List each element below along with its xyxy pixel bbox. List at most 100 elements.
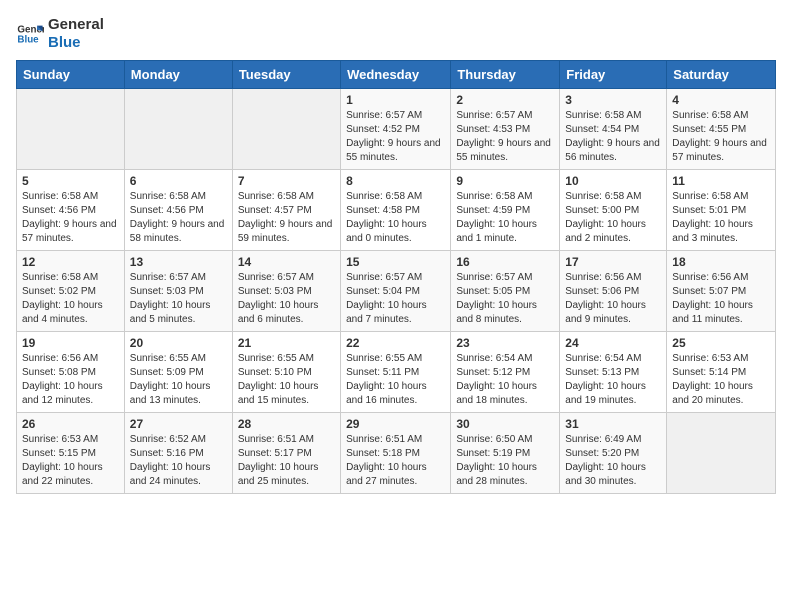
calendar-cell: 8Sunrise: 6:58 AM Sunset: 4:58 PM Daylig… (341, 170, 451, 251)
day-info: Sunrise: 6:58 AM Sunset: 5:02 PM Dayligh… (22, 271, 119, 327)
logo-blue: Blue (48, 34, 104, 52)
day-number: 14 (238, 255, 335, 269)
day-number: 1 (346, 93, 445, 107)
day-info: Sunrise: 6:57 AM Sunset: 4:53 PM Dayligh… (456, 109, 554, 165)
day-info: Sunrise: 6:53 AM Sunset: 5:15 PM Dayligh… (22, 433, 119, 489)
calendar-cell: 28Sunrise: 6:51 AM Sunset: 5:17 PM Dayli… (232, 413, 340, 494)
day-number: 3 (565, 93, 661, 107)
day-number: 7 (238, 174, 335, 188)
day-number: 26 (22, 417, 119, 431)
calendar-body: 1 Sunrise: 6:57 AM Sunset: 4:52 PM Daylig… (17, 89, 776, 494)
day-info: Sunrise: 6:51 AM Sunset: 5:17 PM Dayligh… (238, 433, 335, 489)
calendar-cell: 2 Sunrise: 6:57 AM Sunset: 4:53 PM Daylig… (451, 89, 560, 170)
day-header-sunday: Sunday (17, 61, 125, 89)
day-header-friday: Friday (560, 61, 667, 89)
calendar-cell: 12 Sunrise: 6:58 AM Sunset: 5:02 PM Dayli… (17, 251, 125, 332)
day-info: Sunrise: 6:54 AM Sunset: 5:13 PM Dayligh… (565, 352, 661, 408)
day-info: Sunrise: 6:57 AM Sunset: 5:03 PM Dayligh… (238, 271, 335, 327)
day-header-monday: Monday (124, 61, 232, 89)
svg-text:Blue: Blue (17, 34, 39, 45)
calendar-cell: 13 Sunrise: 6:57 AM Sunset: 5:03 PM Dayli… (124, 251, 232, 332)
calendar-cell: 27 Sunrise: 6:52 AM Sunset: 5:16 PM Dayli… (124, 413, 232, 494)
day-info: Sunrise: 6:58 AM Sunset: 4:58 PM Dayligh… (346, 190, 445, 246)
day-number: 16 (456, 255, 554, 269)
days-of-week-row: SundayMondayTuesdayWednesdayThursdayFrid… (17, 61, 776, 89)
day-header-tuesday: Tuesday (232, 61, 340, 89)
day-info: Sunrise: 6:56 AM Sunset: 5:06 PM Dayligh… (565, 271, 661, 327)
day-number: 23 (456, 336, 554, 350)
day-number: 30 (456, 417, 554, 431)
day-number: 10 (565, 174, 661, 188)
day-info: Sunrise: 6:57 AM Sunset: 4:52 PM Dayligh… (346, 109, 445, 165)
day-info: Sunrise: 6:56 AM Sunset: 5:08 PM Dayligh… (22, 352, 119, 408)
calendar-cell: 7 Sunrise: 6:58 AM Sunset: 4:57 PM Daylig… (232, 170, 340, 251)
day-number: 27 (130, 417, 227, 431)
day-info: Sunrise: 6:58 AM Sunset: 4:57 PM Dayligh… (238, 190, 335, 246)
calendar-cell: 29 Sunrise: 6:51 AM Sunset: 5:18 PM Dayli… (341, 413, 451, 494)
day-number: 11 (672, 174, 770, 188)
calendar-cell: 21Sunrise: 6:55 AM Sunset: 5:10 PM Dayli… (232, 332, 340, 413)
day-info: Sunrise: 6:58 AM Sunset: 4:59 PM Dayligh… (456, 190, 554, 246)
day-info: Sunrise: 6:57 AM Sunset: 5:04 PM Dayligh… (346, 271, 445, 327)
logo-general: General (48, 16, 104, 34)
calendar-cell: 10 Sunrise: 6:58 AM Sunset: 5:00 PM Dayli… (560, 170, 667, 251)
day-header-thursday: Thursday (451, 61, 560, 89)
day-number: 19 (22, 336, 119, 350)
calendar-cell (667, 413, 776, 494)
day-info: Sunrise: 6:56 AM Sunset: 5:07 PM Dayligh… (672, 271, 770, 327)
day-info: Sunrise: 6:51 AM Sunset: 5:18 PM Dayligh… (346, 433, 445, 489)
day-number: 9 (456, 174, 554, 188)
calendar-cell: 19 Sunrise: 6:56 AM Sunset: 5:08 PM Dayli… (17, 332, 125, 413)
page-header: General Blue General Blue (16, 16, 776, 52)
calendar-header: SundayMondayTuesdayWednesdayThursdayFrid… (17, 61, 776, 89)
calendar-cell: 18Sunrise: 6:56 AM Sunset: 5:07 PM Dayli… (667, 251, 776, 332)
calendar-cell (124, 89, 232, 170)
calendar-cell: 23 Sunrise: 6:54 AM Sunset: 5:12 PM Dayli… (451, 332, 560, 413)
calendar-week-4: 19 Sunrise: 6:56 AM Sunset: 5:08 PM Dayli… (17, 332, 776, 413)
calendar-cell (232, 89, 340, 170)
logo-icon: General Blue (16, 20, 44, 48)
calendar-week-2: 5 Sunrise: 6:58 AM Sunset: 4:56 PM Daylig… (17, 170, 776, 251)
calendar-table: SundayMondayTuesdayWednesdayThursdayFrid… (16, 60, 776, 494)
calendar-week-5: 26 Sunrise: 6:53 AM Sunset: 5:15 PM Dayli… (17, 413, 776, 494)
day-number: 24 (565, 336, 661, 350)
calendar-cell: 30Sunrise: 6:50 AM Sunset: 5:19 PM Dayli… (451, 413, 560, 494)
day-header-wednesday: Wednesday (341, 61, 451, 89)
day-number: 2 (456, 93, 554, 107)
day-info: Sunrise: 6:49 AM Sunset: 5:20 PM Dayligh… (565, 433, 661, 489)
day-info: Sunrise: 6:55 AM Sunset: 5:11 PM Dayligh… (346, 352, 445, 408)
calendar-cell (17, 89, 125, 170)
calendar-cell: 9 Sunrise: 6:58 AM Sunset: 4:59 PM Daylig… (451, 170, 560, 251)
calendar-cell: 11 Sunrise: 6:58 AM Sunset: 5:01 PM Dayli… (667, 170, 776, 251)
calendar-cell: 26 Sunrise: 6:53 AM Sunset: 5:15 PM Dayli… (17, 413, 125, 494)
day-info: Sunrise: 6:57 AM Sunset: 5:03 PM Dayligh… (130, 271, 227, 327)
day-number: 4 (672, 93, 770, 107)
calendar-cell: 31Sunrise: 6:49 AM Sunset: 5:20 PM Dayli… (560, 413, 667, 494)
day-info: Sunrise: 6:54 AM Sunset: 5:12 PM Dayligh… (456, 352, 554, 408)
day-info: Sunrise: 6:58 AM Sunset: 4:54 PM Dayligh… (565, 109, 661, 165)
day-info: Sunrise: 6:52 AM Sunset: 5:16 PM Dayligh… (130, 433, 227, 489)
day-number: 5 (22, 174, 119, 188)
day-info: Sunrise: 6:58 AM Sunset: 5:00 PM Dayligh… (565, 190, 661, 246)
day-info: Sunrise: 6:57 AM Sunset: 5:05 PM Dayligh… (456, 271, 554, 327)
day-info: Sunrise: 6:53 AM Sunset: 5:14 PM Dayligh… (672, 352, 770, 408)
day-number: 20 (130, 336, 227, 350)
day-number: 12 (22, 255, 119, 269)
day-number: 6 (130, 174, 227, 188)
calendar-cell: 3 Sunrise: 6:58 AM Sunset: 4:54 PM Daylig… (560, 89, 667, 170)
calendar-cell: 17 Sunrise: 6:56 AM Sunset: 5:06 PM Dayli… (560, 251, 667, 332)
day-info: Sunrise: 6:58 AM Sunset: 4:55 PM Dayligh… (672, 109, 770, 165)
calendar-week-3: 12 Sunrise: 6:58 AM Sunset: 5:02 PM Dayli… (17, 251, 776, 332)
day-info: Sunrise: 6:58 AM Sunset: 5:01 PM Dayligh… (672, 190, 770, 246)
day-number: 17 (565, 255, 661, 269)
day-info: Sunrise: 6:55 AM Sunset: 5:09 PM Dayligh… (130, 352, 227, 408)
day-number: 29 (346, 417, 445, 431)
day-number: 15 (346, 255, 445, 269)
day-number: 25 (672, 336, 770, 350)
day-number: 21 (238, 336, 335, 350)
day-info: Sunrise: 6:58 AM Sunset: 4:56 PM Dayligh… (22, 190, 119, 246)
day-number: 13 (130, 255, 227, 269)
calendar-cell: 20 Sunrise: 6:55 AM Sunset: 5:09 PM Dayli… (124, 332, 232, 413)
calendar-cell: 5 Sunrise: 6:58 AM Sunset: 4:56 PM Daylig… (17, 170, 125, 251)
calendar-cell: 16 Sunrise: 6:57 AM Sunset: 5:05 PM Dayli… (451, 251, 560, 332)
